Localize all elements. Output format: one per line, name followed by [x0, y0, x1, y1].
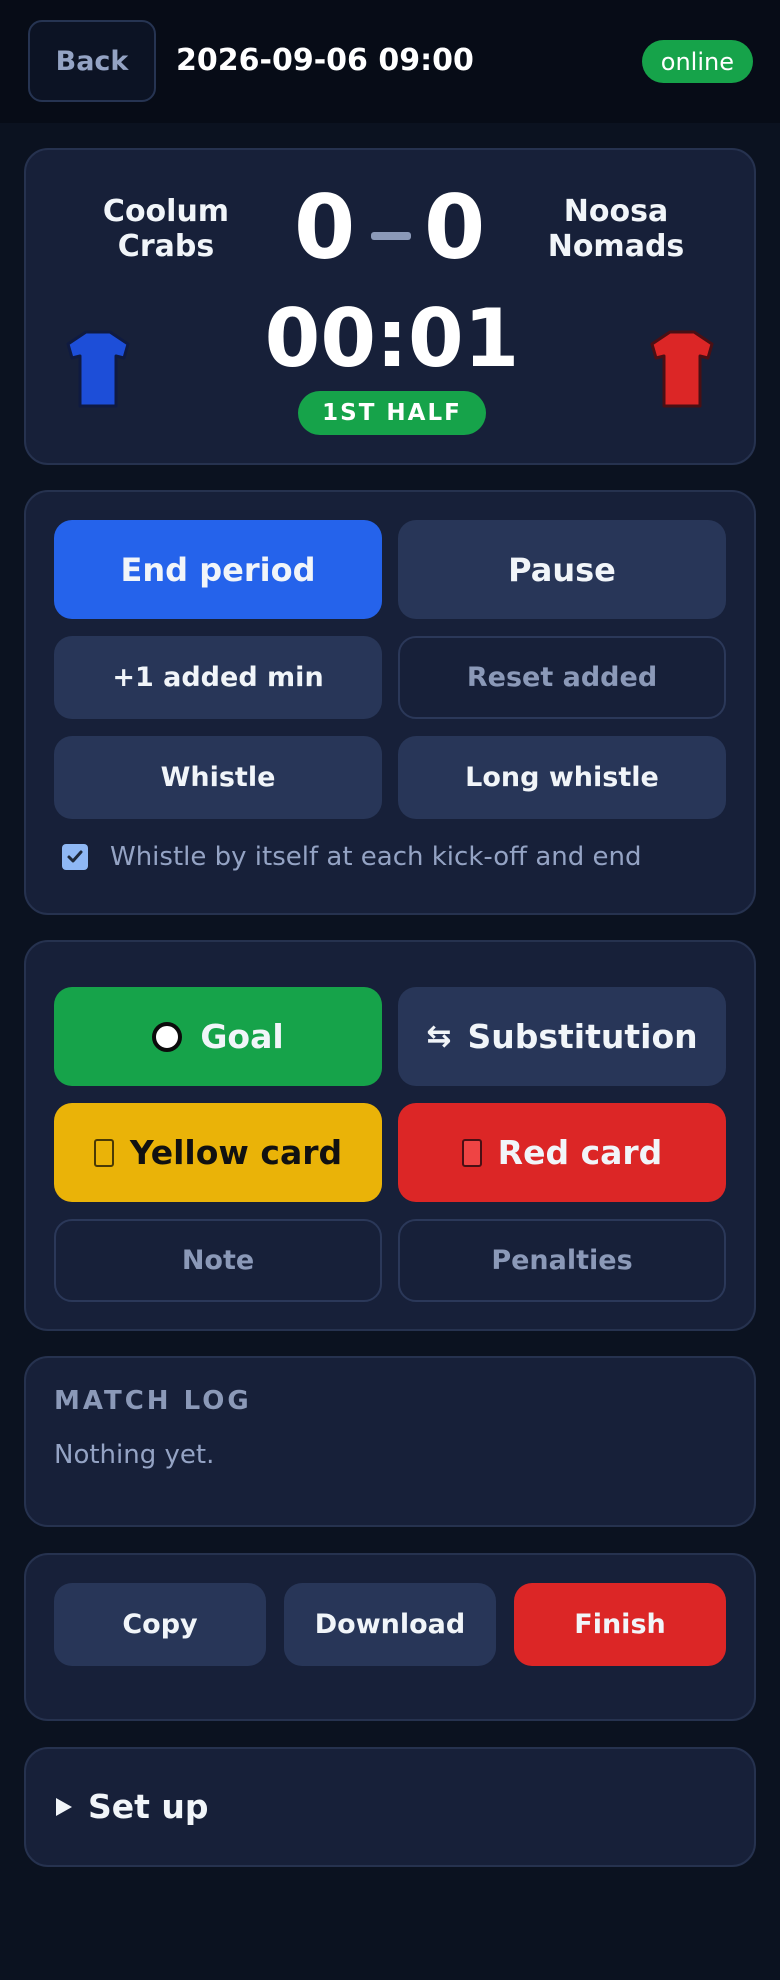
connection-status-badge: online — [641, 40, 753, 83]
match-log-card: MATCH LOG Nothing yet. — [24, 1356, 756, 1527]
goal-button-label: Goal — [200, 1017, 284, 1056]
setup-label: Set up — [88, 1787, 209, 1826]
yellow-card-label: Yellow card — [129, 1133, 343, 1172]
download-button[interactable]: Download — [284, 1583, 496, 1666]
yellow-card-button[interactable]: Yellow card — [54, 1103, 382, 1202]
home-score: 0 — [294, 176, 356, 279]
ball-icon — [152, 1021, 183, 1052]
expand-triangle-icon — [56, 1797, 72, 1816]
whistle-button[interactable]: Whistle — [54, 736, 382, 819]
swap-icon: ⇆ — [426, 1019, 452, 1054]
top-bar: Back 2026-09-06 09:00 online — [0, 0, 780, 123]
away-team-name: Noosa Nomads — [547, 194, 685, 264]
match-clock: 00:01 — [264, 292, 520, 385]
scoreboard-card: Coolum Crabs Noosa Nomads 0 0 00:01 1ST … — [24, 148, 756, 465]
copy-button[interactable]: Copy — [54, 1583, 266, 1666]
red-card-button[interactable]: Red card — [398, 1103, 726, 1202]
red-card-label: Red card — [497, 1133, 663, 1172]
check-icon — [67, 850, 83, 863]
back-button[interactable]: Back — [28, 20, 156, 102]
add-minute-button[interactable]: +1 added min — [54, 636, 382, 719]
away-score: 0 — [424, 176, 486, 279]
auto-whistle-checkbox[interactable] — [62, 844, 88, 870]
period-badge: 1ST HALF — [298, 391, 486, 435]
setup-toggle[interactable]: Set up — [54, 1787, 209, 1826]
note-button[interactable]: Note — [54, 1219, 382, 1302]
events-card: Goal ⇆ Substitution Yellow card Red card… — [24, 940, 756, 1331]
reset-added-button[interactable]: Reset added — [398, 636, 726, 719]
actions-card: Copy Download Finish — [24, 1553, 756, 1721]
substitution-button[interactable]: ⇆ Substitution — [398, 987, 726, 1086]
substitution-button-label: Substitution — [467, 1017, 698, 1056]
auto-whistle-option: Whistle by itself at each kick-off and e… — [62, 842, 642, 872]
auto-whistle-label: Whistle by itself at each kick-off and e… — [110, 842, 642, 872]
setup-card[interactable]: Set up — [24, 1747, 756, 1867]
home-team-name: Coolum Crabs — [102, 194, 230, 264]
away-shirt-icon — [650, 330, 714, 408]
long-whistle-button[interactable]: Long whistle — [398, 736, 726, 819]
match-datetime: 2026-09-06 09:00 — [176, 43, 474, 78]
score-separator — [371, 232, 411, 240]
match-log-empty-text: Nothing yet. — [54, 1440, 215, 1470]
pause-button[interactable]: Pause — [398, 520, 726, 619]
yellow-card-icon — [93, 1138, 114, 1167]
period-controls-card: End period Pause +1 added min Reset adde… — [24, 490, 756, 915]
finish-button[interactable]: Finish — [514, 1583, 726, 1666]
home-shirt-icon — [66, 330, 130, 408]
end-period-button[interactable]: End period — [54, 520, 382, 619]
goal-button[interactable]: Goal — [54, 987, 382, 1086]
red-card-icon — [461, 1138, 482, 1167]
penalties-button[interactable]: Penalties — [398, 1219, 726, 1302]
match-log-title: MATCH LOG — [54, 1386, 252, 1416]
